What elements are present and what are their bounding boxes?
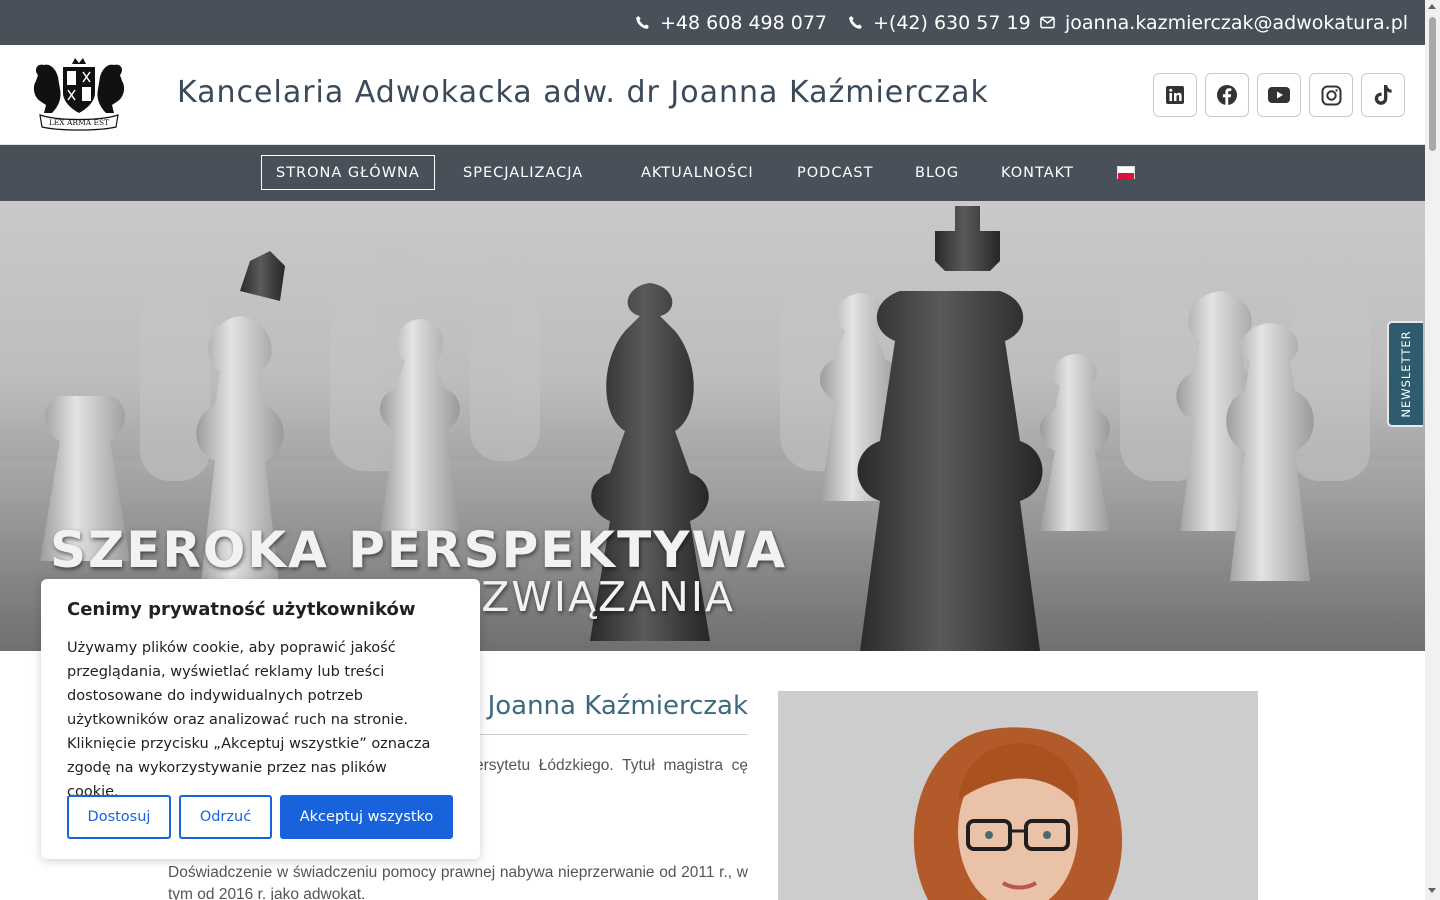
linkedin-button[interactable] [1153,73,1197,117]
phone-number: +48 608 498 077 [660,11,828,34]
phone-icon [849,16,862,29]
nav-item-home[interactable]: STRONA GŁÓWNA [261,155,435,190]
facebook-button[interactable] [1205,73,1249,117]
cookie-reject-button[interactable]: Odrzuć [179,795,272,839]
page-scrollbar[interactable] [1425,0,1440,900]
site-title[interactable]: Kancelaria Adwokacka adw. dr Joanna Kaźm… [177,75,989,110]
flag-pl-icon[interactable] [1117,166,1135,179]
instagram-icon [1321,85,1341,105]
cookie-accept-all-button[interactable]: Akceptuj wszystko [280,795,453,839]
nav-item-contact[interactable]: KONTAKT [987,155,1088,190]
scroll-up-arrow-icon[interactable] [1428,4,1436,9]
tiktok-icon [1374,85,1392,105]
logo-motto: LEX ARMA EST [49,118,109,127]
cookie-text: Używamy plików cookie, aby poprawić jako… [67,640,431,800]
nav-item-news[interactable]: AKTUALNOŚCI [627,155,768,190]
cookie-customize-button[interactable]: Dostosuj [67,795,171,839]
nav-item-specialization[interactable]: SPECJALIZACJA [449,155,597,190]
email-address: joanna.kazmierczak@adwokatura.pl [1065,11,1409,34]
hero-title-line1: SZEROKA PERSPEKTYWA [50,521,788,579]
cookie-title: Cenimy prywatność użytkowników [67,599,416,620]
phone-link-1[interactable]: +48 608 498 077 [635,0,827,45]
envelope-icon [1040,16,1055,29]
youtube-icon [1268,87,1290,103]
newsletter-tab[interactable]: NEWSLETTER [1387,321,1423,427]
site-logo[interactable]: LEX ARMA EST [28,55,130,135]
scroll-down-arrow-icon[interactable] [1428,888,1436,893]
phone-number: +(42) 630 57 19 [873,11,1031,34]
tiktok-button[interactable] [1361,73,1405,117]
lions-crest-icon: LEX ARMA EST [33,58,125,131]
email-link[interactable]: joanna.kazmierczak@adwokatura.pl [1040,0,1408,45]
site-header: LEX ARMA EST Kancelaria Adwokacka adw. d… [0,45,1425,145]
about-paragraph-2: Doświadczenie w świadczeniu pomocy prawn… [168,864,748,900]
scrollbar-thumb[interactable] [1429,17,1436,151]
lawyer-portrait-image [778,691,1258,900]
cookie-consent-banner: Cenimy prywatność użytkowników Używamy p… [41,579,480,859]
contact-bar: +48 608 498 077 +(42) 630 57 19 joanna.k… [0,0,1425,45]
phone-icon [636,16,649,29]
main-navigation: STRONA GŁÓWNA SPECJALIZACJA AKTUALNOŚCI … [0,145,1425,201]
phone-link-2[interactable]: +(42) 630 57 19 [848,0,1031,45]
nav-item-podcast[interactable]: PODCAST [783,155,887,190]
facebook-icon [1217,85,1237,105]
nav-item-blog[interactable]: BLOG [901,155,973,190]
youtube-button[interactable] [1257,73,1301,117]
instagram-button[interactable] [1309,73,1353,117]
newsletter-label: NEWSLETTER [1399,330,1413,418]
linkedin-icon [1166,86,1184,104]
portrait-photo [778,691,1258,900]
